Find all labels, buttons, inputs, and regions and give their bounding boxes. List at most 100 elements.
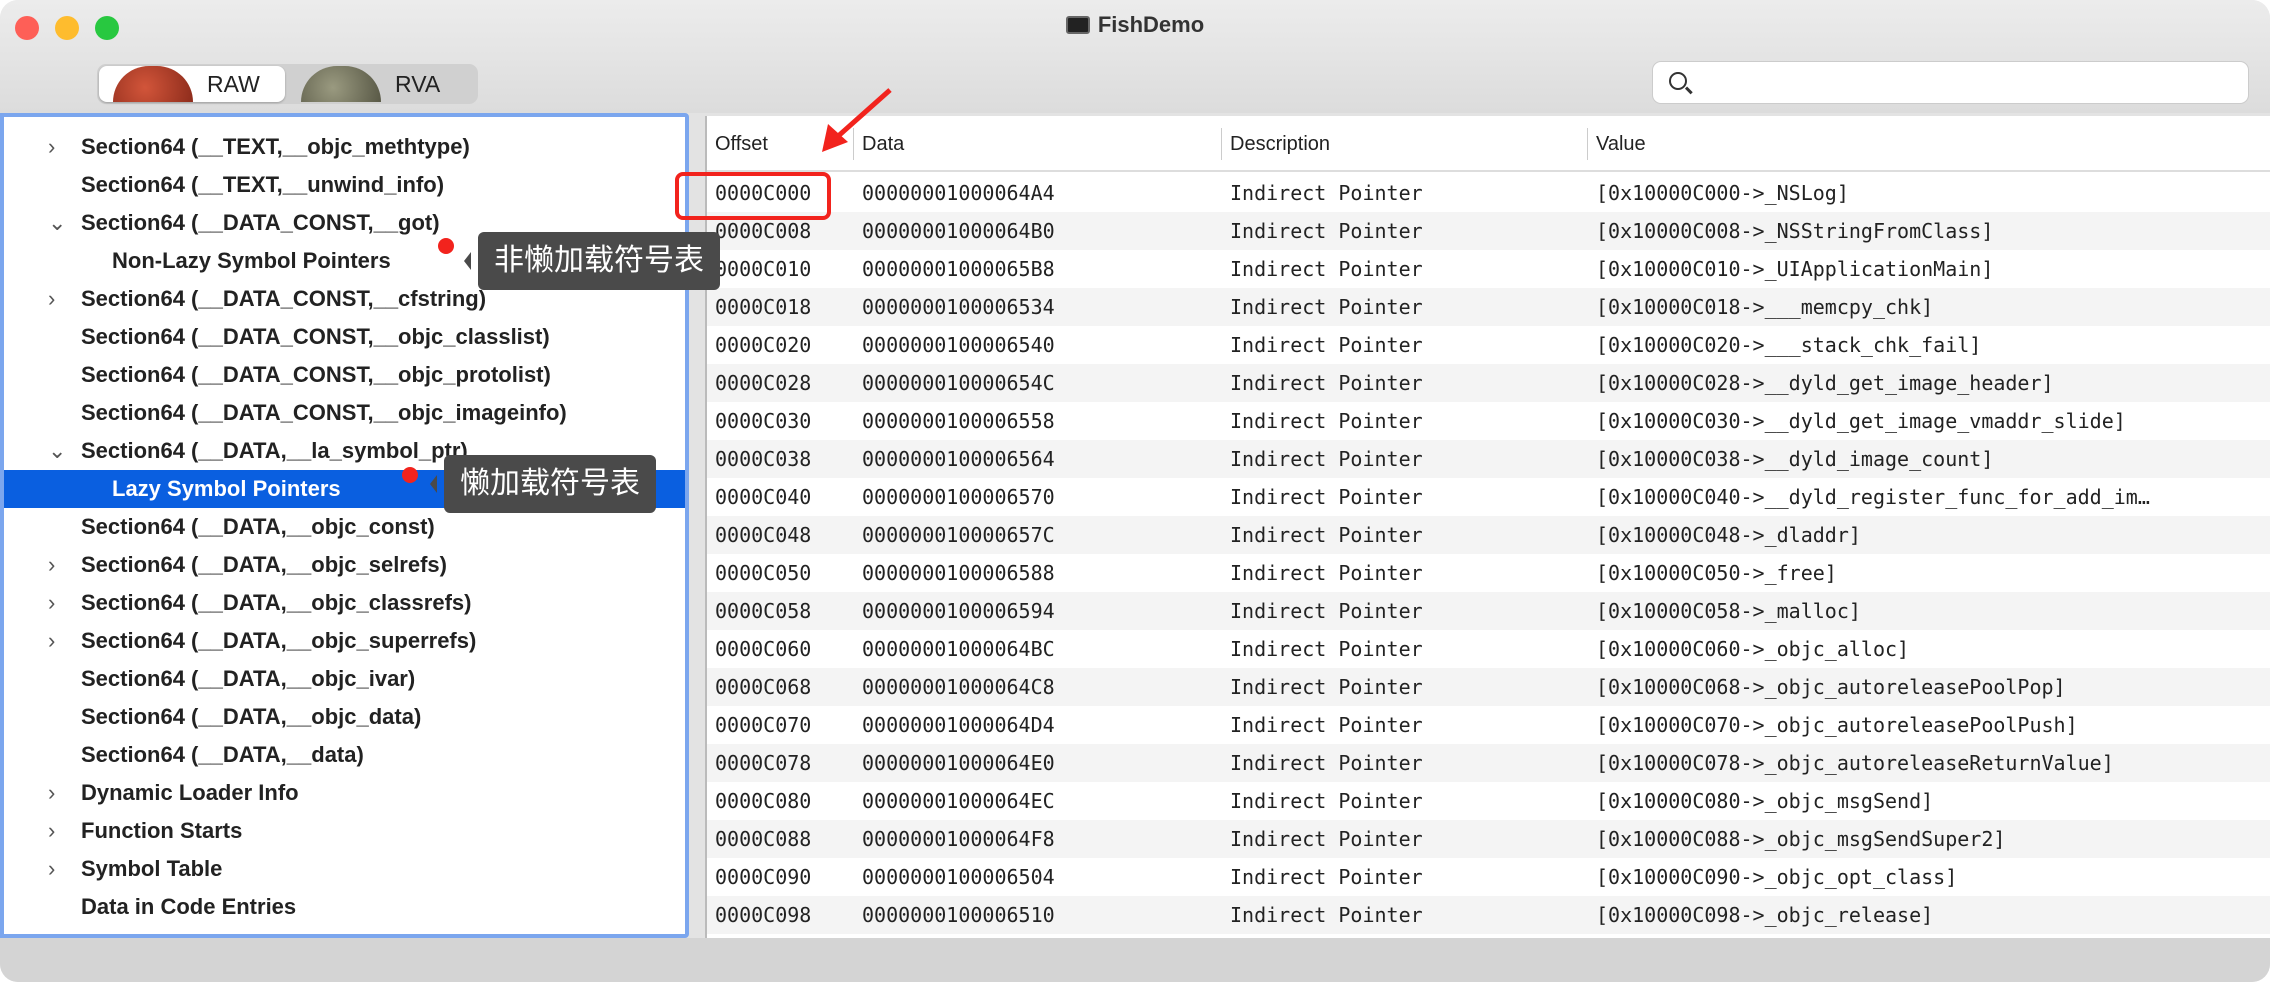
table-row[interactable]: 0000C020 0000000100006540 Indirect Pointer… [707, 326, 2270, 364]
segment-label: RVA [395, 70, 441, 97]
tree-item-label: Section64 (__DATA_CONST,__objc_protolist… [81, 362, 551, 387]
tree-item-label: Section64 (__DATA_CONST,__objc_imageinfo… [81, 400, 567, 425]
data-cell: 0000000100006534 [862, 295, 1055, 319]
tree-item-label: Section64 (__TEXT,__unwind_info) [81, 172, 445, 197]
value-cell: [0x10000C038->__dyld_image_count] [1596, 447, 1994, 471]
table-row[interactable]: 0000C000 00000001000064A4 Indirect Pointer… [707, 174, 2270, 212]
tree-item[interactable]: › Dynamic Loader Info [4, 774, 685, 812]
fish-icon [301, 66, 381, 102]
tree-item-label: Section64 (__DATA,__objc_ivar) [81, 666, 416, 691]
value-cell: [0x10000C030->__dyld_get_image_vmaddr_sl… [1596, 409, 2126, 433]
search-field[interactable] [1652, 61, 2249, 104]
data-cell: 00000001000064EC [862, 789, 1055, 813]
tree-item[interactable]: Section64 (__DATA,__objc_const) [4, 508, 685, 546]
tree-item[interactable]: Section64 (__TEXT,__unwind_info) [4, 166, 685, 204]
value-cell: [0x10000C050->_free] [1596, 561, 1837, 585]
tree-item-label: Section64 (__DATA,__data) [81, 742, 364, 767]
data-cell: 00000001000064BC [862, 637, 1055, 661]
table-row[interactable]: 0000C090 0000000100006504 Indirect Pointer… [707, 858, 2270, 896]
table-row[interactable]: 0000C098 0000000100006510 Indirect Pointer… [707, 896, 2270, 934]
table-row[interactable]: 0000C078 00000001000064E0 Indirect Pointer… [707, 744, 2270, 782]
data-cell: 0000000100006510 [862, 903, 1055, 927]
tree-item[interactable]: Section64 (__DATA,__data) [4, 736, 685, 774]
table-row[interactable]: 0000C048 000000010000657C Indirect Pointer… [707, 516, 2270, 554]
chevron-right-icon[interactable]: › [48, 584, 64, 622]
chevron-right-icon[interactable]: › [48, 774, 64, 812]
value-cell: [0x10000C020->___stack_chk_fail] [1596, 333, 1982, 357]
description-cell: Indirect Pointer [1230, 827, 1423, 851]
value-cell: [0x10000C018->___memcpy_chk] [1596, 295, 1934, 319]
offset-cell: 0000C020 [715, 333, 812, 357]
table-header: Offset Data Description Value [707, 116, 2270, 172]
tree-item-label: Symbol Table [81, 856, 223, 881]
tree-item[interactable]: › Section64 (__DATA,__objc_superrefs) [4, 622, 685, 660]
column-divider[interactable] [1587, 128, 1588, 160]
tree-item[interactable]: › Section64 (__DATA,__objc_selrefs) [4, 546, 685, 584]
table-row[interactable]: 0000C038 0000000100006564 Indirect Pointer… [707, 440, 2270, 478]
data-cell: 00000001000065B8 [862, 257, 1055, 281]
chevron-right-icon[interactable]: › [48, 622, 64, 660]
mode-segmented-control: RAW RVA [97, 64, 478, 104]
data-cell: 000000010000654C [862, 371, 1055, 395]
table-row[interactable]: 0000C030 0000000100006558 Indirect Pointer… [707, 402, 2270, 440]
tree-item[interactable]: Section64 (__DATA_CONST,__objc_protolist… [4, 356, 685, 394]
tree-item[interactable]: › Section64 (__TEXT,__objc_methtype) [4, 128, 685, 166]
chevron-right-icon[interactable]: › [48, 850, 64, 888]
tree-item[interactable]: › Section64 (__DATA,__objc_classrefs) [4, 584, 685, 622]
description-cell: Indirect Pointer [1230, 485, 1423, 509]
chevron-right-icon[interactable]: › [48, 546, 64, 584]
table-row[interactable]: 0000C028 000000010000654C Indirect Pointer… [707, 364, 2270, 402]
table-row[interactable]: 0000C068 00000001000064C8 Indirect Pointer… [707, 668, 2270, 706]
chevron-down-icon[interactable]: ⌄ [48, 432, 66, 470]
column-header-data[interactable]: Data [862, 133, 904, 156]
column-divider[interactable] [853, 128, 854, 160]
value-cell: [0x10000C090->_objc_opt_class] [1596, 865, 1958, 889]
table-row[interactable]: 0000C088 00000001000064F8 Indirect Pointer… [707, 820, 2270, 858]
table-row[interactable]: 0000C008 00000001000064B0 Indirect Pointer… [707, 212, 2270, 250]
tree-item-label: Section64 (__DATA,__objc_selrefs) [81, 552, 447, 577]
tree-item[interactable]: Section64 (__DATA,__objc_ivar) [4, 660, 685, 698]
table-row[interactable]: 0000C070 00000001000064D4 Indirect Pointer… [707, 706, 2270, 744]
search-input[interactable] [1697, 70, 2237, 96]
chevron-right-icon[interactable]: › [48, 812, 64, 850]
tree-item[interactable]: › Function Starts [4, 812, 685, 850]
table-row[interactable]: 0000C058 0000000100006594 Indirect Pointer… [707, 592, 2270, 630]
tree-item[interactable]: Section64 (__DATA_CONST,__objc_classlist… [4, 318, 685, 356]
column-divider[interactable] [1221, 128, 1222, 160]
chevron-down-icon[interactable]: ⌄ [48, 204, 66, 242]
tree-item[interactable]: Data in Code Entries [4, 888, 685, 926]
table-row[interactable]: 0000C050 0000000100006588 Indirect Pointer… [707, 554, 2270, 592]
column-header-offset[interactable]: Offset [715, 133, 768, 156]
segment-rva[interactable]: RVA [287, 66, 473, 102]
value-cell: [0x10000C040->__dyld_register_func_for_a… [1596, 485, 2150, 509]
tree-item-label: Section64 (__DATA_CONST,__objc_classlist… [81, 324, 550, 349]
description-cell: Indirect Pointer [1230, 371, 1423, 395]
annotation-lazy: 懒加载符号表 [430, 455, 656, 513]
tree-item-label: Non-Lazy Symbol Pointers [112, 248, 391, 273]
app-window: FishDemo RAW RVA › Section64 (__TEXT,__ob… [0, 0, 2270, 982]
offset-cell: 0000C060 [715, 637, 812, 661]
data-cell: 000000010000657C [862, 523, 1055, 547]
tree-item-label: Section64 (__TEXT,__objc_methtype) [81, 134, 470, 159]
segment-raw[interactable]: RAW [99, 66, 285, 102]
chevron-right-icon[interactable]: › [48, 280, 64, 318]
table-row[interactable]: 0000C080 00000001000064EC Indirect Pointer… [707, 782, 2270, 820]
table-row[interactable]: 0000C018 0000000100006534 Indirect Pointer… [707, 288, 2270, 326]
table-row[interactable]: 0000C060 00000001000064BC Indirect Pointer… [707, 630, 2270, 668]
segment-label: RAW [207, 70, 260, 97]
tree-item[interactable]: › Symbol Table [4, 850, 685, 888]
value-cell: [0x10000C008->_NSStringFromClass] [1596, 219, 1994, 243]
tree-item-label: Section64 (__DATA,__objc_superrefs) [81, 628, 477, 653]
tree-item[interactable]: Section64 (__DATA_CONST,__objc_imageinfo… [4, 394, 685, 432]
column-header-value[interactable]: Value [1596, 133, 1646, 156]
chevron-right-icon[interactable]: › [48, 128, 64, 166]
value-cell: [0x10000C068->_objc_autoreleasePoolPop] [1596, 675, 2066, 699]
table-row[interactable]: 0000C040 0000000100006570 Indirect Pointer… [707, 478, 2270, 516]
table-row[interactable]: 0000C010 00000001000065B8 Indirect Pointer… [707, 250, 2270, 288]
column-header-description[interactable]: Description [1230, 133, 1330, 156]
value-cell: [0x10000C060->_objc_alloc] [1596, 637, 1910, 661]
window-title-text: FishDemo [1097, 12, 1205, 37]
offset-cell: 0000C088 [715, 827, 812, 851]
tree-item[interactable]: Section64 (__DATA,__objc_data) [4, 698, 685, 736]
description-cell: Indirect Pointer [1230, 789, 1423, 813]
